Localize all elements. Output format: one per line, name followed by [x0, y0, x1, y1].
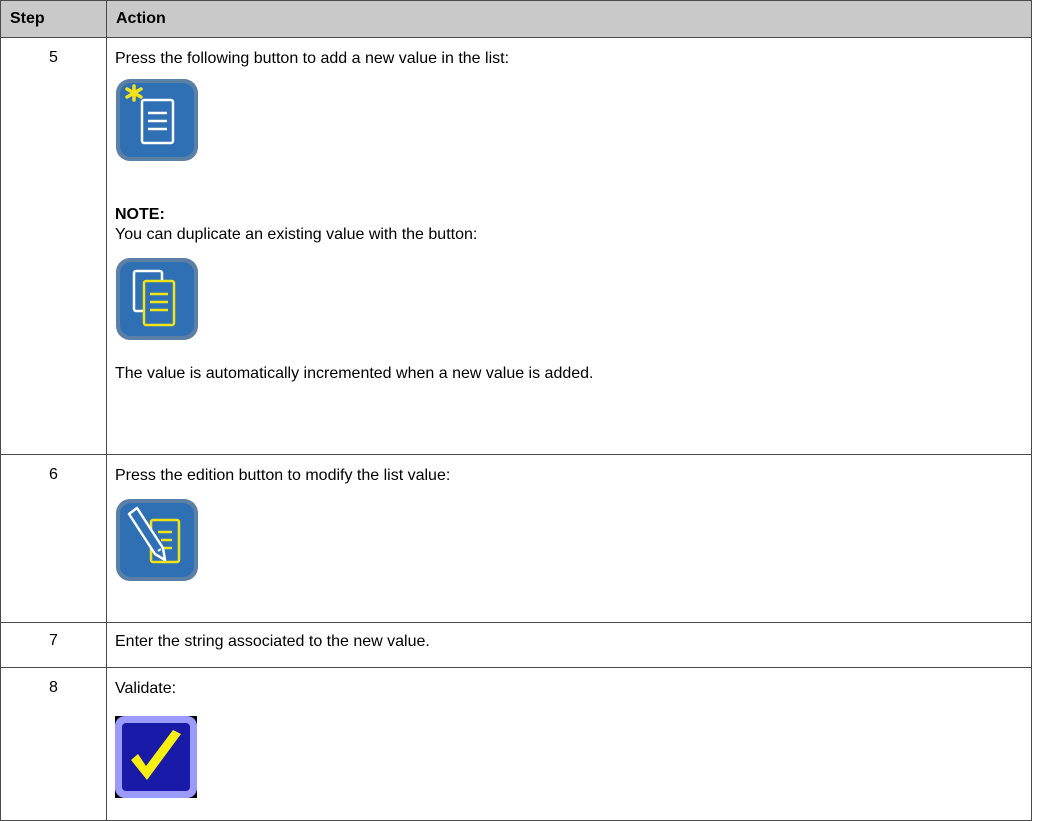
table-header-row: Step Action: [0, 0, 1032, 38]
table-row: 5 Press the following button to add a ne…: [0, 37, 1032, 455]
step-action: Press the edition button to modify the l…: [106, 454, 1032, 623]
header-action: Action: [106, 0, 1032, 38]
step-number: 6: [0, 454, 107, 623]
step-instruction: Press the following button to add a new …: [115, 50, 510, 67]
step-remark: The value is automatically incremented w…: [115, 365, 594, 382]
note-title: NOTE:: [115, 206, 165, 223]
header-step: Step: [0, 0, 107, 38]
step-action: Enter the string associated to the new v…: [106, 622, 1032, 668]
procedure-table: Step Action 5 Press the following button…: [0, 0, 1032, 821]
table-row: 8 Validate:: [0, 667, 1032, 821]
table-row: 7 Enter the string associated to the new…: [0, 622, 1032, 668]
note-text: You can duplicate an existing value with…: [115, 226, 478, 243]
step-action: Press the following button to add a new …: [106, 37, 1032, 455]
step-number: 5: [0, 37, 107, 455]
validate-checkmark-icon: [115, 716, 1031, 798]
duplicate-value-icon: [115, 257, 1031, 341]
table-row: 6 Press the edition button to modify the…: [0, 454, 1032, 623]
step-instruction: Press the edition button to modify the l…: [115, 467, 451, 484]
step-instruction: Validate:: [115, 680, 177, 697]
step-instruction: Enter the string associated to the new v…: [115, 633, 430, 650]
step-number: 8: [0, 667, 107, 821]
step-number: 7: [0, 622, 107, 668]
edit-value-icon: [115, 498, 1031, 582]
add-new-value-icon: [115, 78, 1031, 162]
step-action: Validate:: [106, 667, 1032, 821]
